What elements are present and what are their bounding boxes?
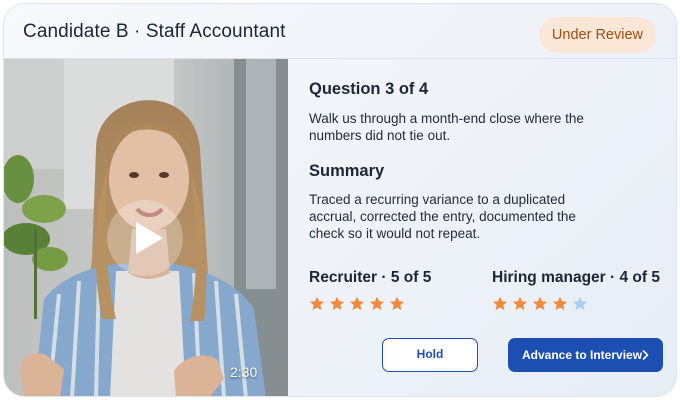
question-text: Walk us through a month-end close where …: [309, 111, 584, 143]
candidate-card: Candidate B · Staff Accountant Under Rev…: [3, 3, 677, 397]
chevron-right-icon: [642, 350, 649, 360]
card-header: Candidate B · Staff Accountant Under Rev…: [4, 4, 676, 59]
candidate-title: Candidate B · Staff Accountant: [23, 21, 286, 42]
summary-text: Traced a recurring variance to a duplica…: [309, 192, 576, 241]
star-filled-icon: [329, 296, 345, 310]
play-icon: [136, 222, 163, 254]
star-filled-icon: [349, 296, 365, 310]
recruiter-rating-label: Recruiter · 5 of 5: [309, 269, 432, 286]
play-button[interactable]: [107, 200, 183, 276]
recruiter-rating: Recruiter · 5 of 5: [309, 269, 432, 310]
answer-details: Question 3 of 4 Walk us through a month-…: [309, 59, 676, 396]
star-filled-icon: [552, 296, 568, 310]
status-badge: Under Review: [538, 17, 656, 53]
star-empty-icon: [572, 296, 588, 310]
summary-heading: Summary: [309, 162, 385, 180]
star-filled-icon: [369, 296, 385, 310]
hold-button[interactable]: Hold: [382, 338, 478, 372]
manager-stars: [492, 296, 588, 311]
advance-button-label: Advance to Interview: [522, 348, 643, 362]
video-duration: 2:30: [230, 364, 258, 380]
manager-rating-label: Hiring manager · 4 of 5: [492, 269, 660, 286]
advance-to-interview-button[interactable]: Advance to Interview: [508, 338, 663, 372]
star-filled-icon: [309, 296, 325, 310]
star-filled-icon: [512, 296, 528, 310]
star-filled-icon: [389, 296, 405, 310]
recruiter-stars: [309, 296, 405, 311]
manager-rating: Hiring manager · 4 of 5: [492, 269, 660, 310]
star-filled-icon: [492, 296, 508, 310]
star-filled-icon: [532, 296, 548, 310]
video-player[interactable]: 2:30: [4, 59, 288, 396]
question-heading: Question 3 of 4: [309, 80, 429, 98]
